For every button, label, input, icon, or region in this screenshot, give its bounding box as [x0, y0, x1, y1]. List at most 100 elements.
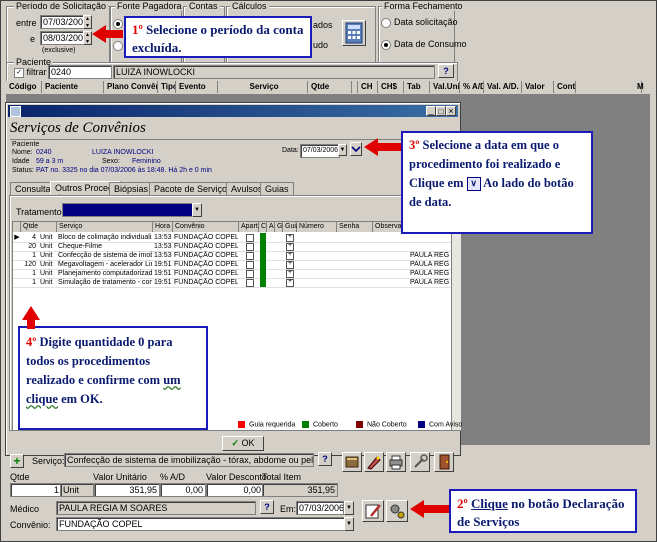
- col-tipo[interactable]: Tipo: [158, 81, 176, 93]
- col-ch[interactable]: CH: [358, 81, 378, 93]
- servico-field[interactable]: Confecção de sistema de imobilização - t…: [64, 453, 314, 467]
- qtde-cell[interactable]: 1: [22, 251, 36, 260]
- apart-checkbox[interactable]: [246, 279, 254, 287]
- apart-checkbox[interactable]: [246, 252, 254, 260]
- guia-expand-icon[interactable]: +: [286, 279, 294, 287]
- apart-checkbox[interactable]: [246, 261, 254, 269]
- col-val-ad[interactable]: Val. A/D.: [484, 81, 522, 93]
- convenio-dropdown-button[interactable]: ▼: [344, 517, 354, 531]
- tratamento-dropdown-button[interactable]: ▼: [192, 203, 202, 217]
- grid-vscroll[interactable]: [451, 232, 461, 430]
- valunit-field[interactable]: 351,95: [94, 483, 160, 497]
- grid-col-senha[interactable]: Senha: [337, 222, 373, 232]
- grid-col-g[interactable]: G: [275, 222, 283, 232]
- paciente-help-button[interactable]: ?: [438, 64, 454, 78]
- add-service-button[interactable]: +: [10, 454, 24, 468]
- col-servico[interactable]: Serviço: [218, 81, 308, 93]
- calc-option-1[interactable]: ados: [313, 20, 333, 30]
- guia-expand-icon[interactable]: +: [286, 234, 294, 242]
- apart-checkbox[interactable]: [246, 243, 254, 251]
- grid-col-convenio[interactable]: Convênio: [173, 222, 239, 232]
- col-valor[interactable]: Valor: [522, 81, 554, 93]
- table-row[interactable]: 1 Unit Simulação de tratamento - comple19:…: [13, 278, 451, 288]
- paciente-code-field[interactable]: 0240: [48, 65, 112, 79]
- grid-col-c[interactable]: C: [259, 222, 267, 232]
- forma-opt-solicitacao[interactable]: Data solicitação: [381, 17, 458, 28]
- toolbar-btn-5[interactable]: [434, 452, 454, 472]
- convenio-cell: FUNDAÇÃO COPEL: [174, 270, 238, 277]
- em-dropdown-button[interactable]: ▼: [344, 501, 354, 515]
- grid-col-qtde[interactable]: Qtde: [21, 222, 57, 232]
- col-qtde[interactable]: Qtde: [308, 81, 352, 93]
- grid-col-guia[interactable]: Guia: [283, 222, 300, 232]
- toolbar-btn-4[interactable]: [410, 452, 430, 472]
- grid-col-numero[interactable]: Número: [297, 222, 337, 232]
- guia-expand-icon[interactable]: +: [286, 243, 294, 251]
- data-dropdown-button[interactable]: ▼: [338, 144, 347, 156]
- valdesc-field[interactable]: 0,00: [206, 483, 264, 497]
- em-field[interactable]: 07/03/2006: [296, 501, 344, 515]
- dialog-close-button[interactable]: ×: [446, 106, 456, 116]
- qtde-cell[interactable]: 20: [22, 242, 36, 251]
- date-end-spinner[interactable]: ▴ ▾: [83, 31, 92, 45]
- grid-col-servico[interactable]: Serviço: [57, 222, 153, 232]
- filtrar-checkbox[interactable]: ✓ filtrar: [14, 67, 47, 78]
- convenio-cell: FUNDAÇÃO COPEL: [174, 243, 238, 250]
- date-start-field[interactable]: 07/03/2006: [40, 15, 86, 29]
- data-field[interactable]: 07/03/2006: [300, 144, 340, 158]
- guia-expand-icon[interactable]: +: [286, 252, 294, 260]
- col-ch-valor[interactable]: CH$: [378, 81, 404, 93]
- calculator-button[interactable]: [342, 20, 366, 46]
- toolbar-btn-gears[interactable]: [386, 500, 408, 522]
- guia-expand-icon[interactable]: +: [286, 270, 294, 278]
- ok-button[interactable]: ✓ OK: [222, 436, 264, 451]
- qtde-cell[interactable]: 1: [22, 269, 36, 278]
- col-conta[interactable]: Conta: [554, 81, 576, 93]
- col-paciente[interactable]: Paciente: [42, 81, 104, 93]
- date-start-spinner[interactable]: ▴ ▾: [83, 15, 92, 29]
- servico-help-button[interactable]: ?: [318, 452, 332, 466]
- servico-cell: Planejamento computadorizado tri: [58, 270, 152, 277]
- tratamento-select[interactable]: [62, 203, 194, 217]
- qtde-cell[interactable]: 120: [22, 260, 36, 269]
- col-plano[interactable]: Plano Convênio: [104, 81, 158, 93]
- col-codigo[interactable]: Código: [6, 81, 42, 93]
- toolbar-btn-3[interactable]: [386, 452, 406, 472]
- grid-col-apart[interactable]: Apart.: [239, 222, 260, 232]
- dialog-minimize-button[interactable]: _: [426, 106, 436, 116]
- medico-field[interactable]: PAULA REGIA M SOARES: [56, 501, 256, 515]
- obs-cell: [410, 233, 450, 242]
- contas-title: Contas: [187, 1, 220, 11]
- status-value: PAT no. 3325 no dia 07/03/2006 às 18:48.…: [36, 167, 212, 174]
- apart-checkbox[interactable]: [246, 234, 254, 242]
- apart-checkbox[interactable]: [246, 270, 254, 278]
- guia-expand-icon[interactable]: +: [286, 261, 294, 269]
- paciente-name-field[interactable]: LUIZA INOWLOCKI: [113, 65, 435, 79]
- confirm-date-button[interactable]: [350, 142, 362, 156]
- col-evento[interactable]: Evento: [176, 81, 218, 93]
- toolbar-btn-2[interactable]: [364, 452, 384, 472]
- tab-biopsias[interactable]: Biópsias: [109, 182, 154, 195]
- dialog-maximize-button[interactable]: □: [436, 106, 446, 116]
- tab-pacote[interactable]: Pacote de Serviços: [149, 182, 237, 195]
- tab-guias[interactable]: Guias: [260, 182, 294, 195]
- em-label: Em:: [280, 504, 297, 514]
- date-end-field[interactable]: 08/03/2006: [40, 31, 86, 45]
- col-m[interactable]: M: [634, 81, 650, 93]
- qtde-field[interactable]: 1: [10, 483, 62, 497]
- grid-col-hora[interactable]: Hora: [153, 222, 173, 232]
- col-extra[interactable]: [576, 81, 642, 93]
- qtde-cell[interactable]: 4: [22, 233, 36, 242]
- col-pct-ad[interactable]: % A/D: [460, 81, 484, 93]
- qtde-cell[interactable]: 1: [22, 278, 36, 287]
- toolbar-btn-1[interactable]: [342, 452, 362, 472]
- declaracao-servicos-button[interactable]: [362, 500, 384, 522]
- pad-field[interactable]: 0,00: [160, 483, 206, 497]
- convenio-field[interactable]: FUNDAÇÃO COPEL: [56, 517, 346, 531]
- col-val-unit[interactable]: Val.Unit.: [430, 81, 460, 93]
- grid-col-a[interactable]: A: [267, 222, 275, 232]
- forma-opt-consumo[interactable]: Data de Consumo: [381, 39, 467, 50]
- calc-option-2[interactable]: udo: [313, 40, 328, 50]
- medico-help-button[interactable]: ?: [260, 500, 274, 514]
- col-tab[interactable]: Tab: [404, 81, 430, 93]
